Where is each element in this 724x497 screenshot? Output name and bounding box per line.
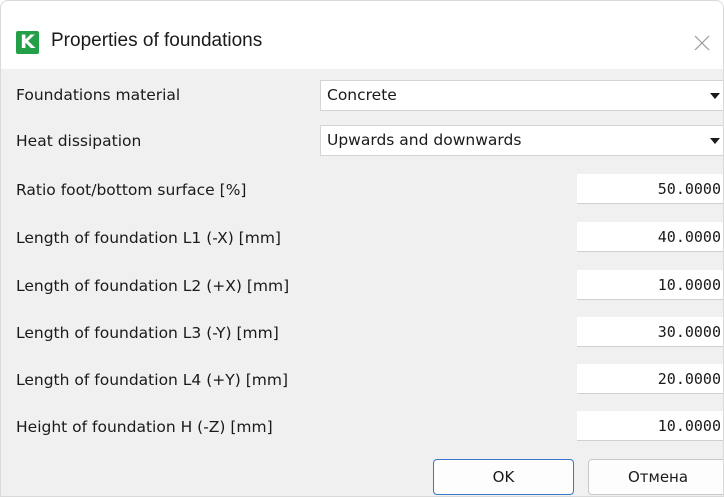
length-l4-input[interactable] — [577, 364, 723, 394]
height-h-input[interactable] — [577, 411, 723, 441]
title-bar: K Properties of foundations — [1, 1, 723, 69]
length-l1-input[interactable] — [577, 222, 723, 252]
length-l2-input[interactable] — [577, 270, 723, 300]
length-l1-label: Length of foundation L1 (-X) [mm] — [16, 229, 281, 247]
heat-dissipation-select-value: Upwards and downwards — [327, 131, 522, 149]
app-logo-icon: K — [16, 31, 39, 54]
material-label: Foundations material — [16, 86, 181, 104]
chevron-down-icon — [710, 93, 720, 99]
material-select-value: Concrete — [327, 86, 397, 104]
length-l4-label: Length of foundation L4 (+Y) [mm] — [16, 371, 288, 389]
dialog-title: Properties of foundations — [51, 30, 263, 51]
cancel-button[interactable]: Отмена — [588, 459, 723, 495]
close-icon — [694, 35, 710, 51]
properties-dialog: K Properties of foundations Foundations … — [0, 0, 724, 497]
chevron-down-icon — [710, 138, 720, 144]
ok-button[interactable]: OK — [433, 459, 574, 495]
heat-dissipation-select[interactable]: Upwards and downwards — [320, 125, 723, 156]
length-l2-label: Length of foundation L2 (+X) [mm] — [16, 277, 290, 295]
length-l3-label: Length of foundation L3 (-Y) [mm] — [16, 324, 279, 342]
ratio-input[interactable] — [577, 174, 723, 204]
ratio-label: Ratio foot/bottom surface [%] — [16, 181, 247, 199]
length-l3-input[interactable] — [577, 317, 723, 347]
height-h-label: Height of foundation H (-Z) [mm] — [16, 418, 273, 436]
heat-dissipation-label: Heat dissipation — [16, 132, 142, 150]
material-select[interactable]: Concrete — [320, 80, 723, 111]
close-button[interactable] — [685, 25, 719, 59]
